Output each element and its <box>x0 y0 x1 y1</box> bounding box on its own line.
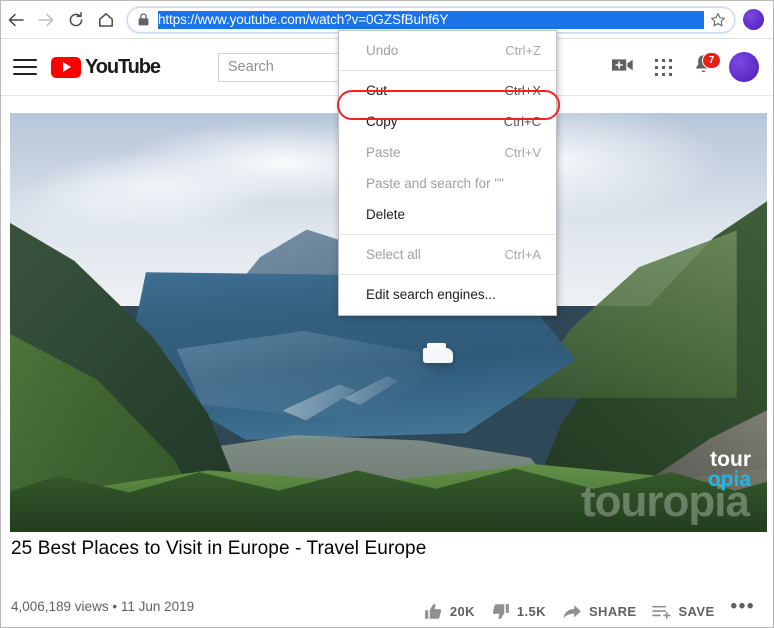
menu-item-shortcut: Ctrl+C <box>503 114 541 129</box>
watermark-logo: tour opia <box>707 448 751 492</box>
video-actions: 20K 1.5K SHARE SAVE ••• <box>416 593 763 627</box>
menu-item-label: Select all <box>366 247 421 262</box>
watermark-tour-text: tour <box>710 448 751 472</box>
save-playlist-icon <box>652 604 671 620</box>
star-icon[interactable] <box>710 12 726 28</box>
share-arrow-icon <box>562 603 582 621</box>
menu-item-label: Undo <box>366 43 399 58</box>
menu-item-label: Copy <box>366 114 398 129</box>
save-button[interactable]: SAVE <box>644 598 722 626</box>
browser-window: https://www.youtube.com/watch?v=0GZSfBuh… <box>0 0 774 628</box>
apps-grid-icon <box>654 58 672 76</box>
address-bar[interactable]: https://www.youtube.com/watch?v=0GZSfBuh… <box>127 6 735 33</box>
menu-separator <box>339 234 556 235</box>
thumbs-up-icon <box>424 602 443 621</box>
watermark-opia-text: opia <box>707 468 751 492</box>
notifications-button[interactable]: 7 <box>683 47 723 87</box>
menu-item-shortcut: Ctrl+Z <box>505 43 541 58</box>
apps-button[interactable] <box>643 47 683 87</box>
menu-item-label: Paste and search for "" <box>366 176 504 191</box>
menu-separator <box>339 70 556 71</box>
reload-icon <box>67 11 85 29</box>
menu-item-label: Edit search engines... <box>366 287 496 302</box>
account-avatar[interactable] <box>729 52 759 82</box>
url-text[interactable]: https://www.youtube.com/watch?v=0GZSfBuh… <box>158 10 704 29</box>
youtube-logo[interactable]: YouTube <box>51 55 161 79</box>
hamburger-menu-icon[interactable] <box>13 55 37 79</box>
share-button[interactable]: SHARE <box>554 598 645 626</box>
arrow-right-icon <box>37 11 55 29</box>
search-placeholder: Search <box>227 59 274 75</box>
menu-separator <box>339 274 556 275</box>
video-title: 25 Best Places to Visit in Europe - Trav… <box>11 538 427 559</box>
mist-cloud <box>10 171 253 239</box>
menu-item-label: Cut <box>366 83 388 98</box>
create-video-button[interactable] <box>603 47 643 87</box>
header-actions: 7 <box>603 39 773 95</box>
dislike-count: 1.5K <box>516 604 546 619</box>
menu-item-shortcut: Ctrl+V <box>504 145 541 160</box>
upload-date: 11 Jun 2019 <box>120 599 195 614</box>
view-count: 4,006,189 views <box>11 599 109 614</box>
cruise-ship <box>422 342 453 363</box>
like-count: 20K <box>449 604 475 619</box>
context-menu-item-paste: Paste Ctrl+V <box>339 137 556 168</box>
menu-item-label: Paste <box>366 145 401 160</box>
home-icon <box>97 11 115 29</box>
context-menu-item-delete[interactable]: Delete <box>339 199 556 230</box>
youtube-wordmark: YouTube <box>85 55 161 78</box>
context-menu-item-copy[interactable]: Copy Ctrl+C <box>339 106 556 137</box>
save-label: SAVE <box>678 604 715 619</box>
dislike-button[interactable]: 1.5K <box>483 598 554 626</box>
notification-badge: 7 <box>702 52 721 69</box>
share-label: SHARE <box>588 604 637 619</box>
more-actions-button[interactable]: ••• <box>723 593 763 627</box>
youtube-play-icon <box>51 56 81 78</box>
context-menu[interactable]: Undo Ctrl+Z Cut Ctrl+X Copy Ctrl+C Paste Ctrl+V… <box>338 30 557 316</box>
back-button[interactable] <box>1 5 31 35</box>
thumbs-down-icon <box>491 602 510 621</box>
menu-item-label: Delete <box>366 207 406 222</box>
like-button[interactable]: 20K <box>416 598 483 626</box>
menu-item-shortcut: Ctrl+A <box>504 247 541 262</box>
context-menu-item-undo: Undo Ctrl+Z <box>339 35 556 66</box>
home-button[interactable] <box>91 5 121 35</box>
lock-icon <box>138 13 149 26</box>
arrow-left-icon <box>7 11 25 29</box>
context-menu-item-cut[interactable]: Cut Ctrl+X <box>339 75 556 106</box>
video-camera-plus-icon <box>612 57 634 78</box>
video-meta: 4,006,189 views • 11 Jun 2019 <box>11 599 194 614</box>
menu-item-shortcut: Ctrl+X <box>504 83 541 98</box>
browser-profile-avatar[interactable] <box>743 9 764 30</box>
meta-separator: • <box>112 599 118 614</box>
context-menu-item-paste-and-search-for: Paste and search for "" <box>339 168 556 199</box>
context-menu-item-edit-search-engines[interactable]: Edit search engines... <box>339 279 556 310</box>
reload-button[interactable] <box>61 5 91 35</box>
context-menu-item-select-all: Select all Ctrl+A <box>339 239 556 270</box>
forward-button[interactable] <box>31 5 61 35</box>
